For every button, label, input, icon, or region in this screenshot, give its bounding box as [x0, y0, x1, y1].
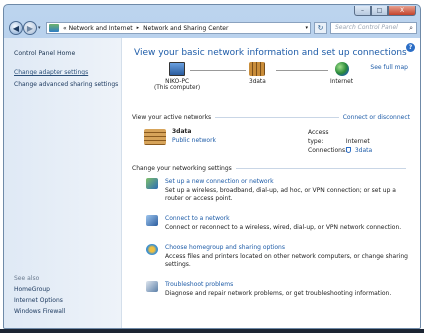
address-dropdown-icon[interactable]: ▾: [305, 25, 308, 31]
network-map: NIKO-PC (This computer) 3data Internet S…: [132, 62, 410, 110]
task-description: Access files and printers located on oth…: [165, 253, 408, 268]
minimize-button[interactable]: –: [354, 6, 371, 16]
change-settings-label: Change your networking settings: [132, 165, 232, 172]
network-bench-icon: [249, 62, 266, 76]
breadcrumb-separator[interactable]: ▸: [134, 25, 143, 31]
new-connection-icon: [146, 178, 158, 189]
active-networks-header: View your active networks Connect or dis…: [132, 114, 410, 121]
taskbar: [0, 329, 424, 333]
list-item: Choose homegroup and sharing options Acc…: [132, 244, 410, 269]
homegroup-link[interactable]: HomeGroup: [14, 286, 65, 293]
see-full-map-link[interactable]: See full map: [370, 64, 408, 71]
task-description: Connect or reconnect to a wireless, wire…: [165, 224, 402, 231]
divider: [235, 168, 406, 169]
change-advanced-sharing-link[interactable]: Change advanced sharing settings: [14, 81, 121, 88]
internet-label: Internet: [330, 79, 354, 85]
close-button[interactable]: X: [388, 6, 416, 16]
search-icon[interactable]: ⌕: [409, 23, 413, 33]
change-settings-header: Change your networking settings: [132, 165, 410, 172]
page-title: View your basic network information and …: [134, 48, 407, 58]
connect-network-icon: [146, 215, 158, 226]
troubleshoot-link[interactable]: Troubleshoot problems: [165, 281, 391, 288]
caption-buttons: – □ X: [354, 6, 416, 16]
forward-button[interactable]: ▶: [23, 21, 37, 35]
map-connector-line: [276, 70, 328, 71]
control-panel-icon: [49, 24, 59, 32]
active-networks-label: View your active networks: [132, 114, 212, 121]
troubleshoot-icon: [146, 281, 158, 292]
network-node[interactable]: 3data: [249, 62, 266, 85]
homegroup-icon: [146, 244, 158, 255]
network-properties: Access type: Internet Connections: 3data: [308, 128, 372, 155]
search-input[interactable]: Search Control Panel ⌕: [330, 22, 417, 34]
refresh-button[interactable]: ↻: [314, 22, 327, 34]
access-type-value: Internet: [345, 138, 370, 145]
network-node-name: 3data: [249, 79, 266, 85]
address-bar[interactable]: « Network and Internet ▸ Network and Sha…: [46, 22, 311, 34]
connections-label: Connections:: [308, 147, 348, 154]
globe-icon: [334, 62, 349, 76]
connect-to-network-link[interactable]: Connect to a network: [165, 215, 401, 222]
list-item: Troubleshoot problems Diagnose and repai…: [132, 281, 410, 298]
active-network-card: 3data Public network Access type: Intern…: [132, 127, 410, 161]
sidebar: Control Panel Home Change adapter settin…: [4, 38, 122, 328]
setup-connection-link[interactable]: Set up a new connection or network: [165, 178, 410, 185]
help-icon[interactable]: ?: [406, 43, 415, 52]
computer-icon: [169, 62, 186, 76]
see-also-heading: See also: [14, 275, 40, 282]
content-area: Control Panel Home Change adapter settin…: [4, 38, 420, 328]
recent-pages-dropdown[interactable]: ▾: [38, 25, 41, 31]
task-list: Set up a new connection or network Set u…: [132, 178, 410, 298]
computer-node[interactable]: NIKO-PC (This computer): [154, 62, 200, 91]
breadcrumb-current[interactable]: Network and Sharing Center: [142, 25, 229, 32]
back-button[interactable]: ◀: [9, 21, 23, 35]
search-placeholder: Search Control Panel: [335, 24, 398, 31]
wireless-signal-icon: [345, 147, 351, 153]
divider: [215, 117, 339, 118]
public-network-bench-icon: [144, 129, 166, 145]
windows-firewall-link[interactable]: Windows Firewall: [14, 308, 65, 315]
computer-subtitle: (This computer): [154, 85, 201, 91]
internet-options-link[interactable]: Internet Options: [14, 297, 65, 304]
change-adapter-settings-link[interactable]: Change adapter settings: [14, 69, 121, 76]
homegroup-sharing-link[interactable]: Choose homegroup and sharing options: [165, 244, 410, 251]
network-location-link[interactable]: Public network: [172, 137, 216, 144]
connection-link[interactable]: 3data: [355, 147, 372, 154]
internet-node[interactable]: Internet: [330, 62, 353, 85]
list-item: Set up a new connection or network Set u…: [132, 178, 410, 203]
see-also-section: See also HomeGroup Internet Options Wind…: [14, 275, 65, 319]
navigation-toolbar: ◀ ▶ ▾ « Network and Internet ▸ Network a…: [4, 20, 420, 40]
breadcrumb-network-and-internet[interactable]: Network and Internet: [68, 25, 134, 32]
connect-or-disconnect-link[interactable]: Connect or disconnect: [343, 114, 410, 121]
maximize-button[interactable]: □: [371, 6, 388, 16]
main-panel: ? View your basic network information an…: [122, 38, 420, 328]
list-item: Connect to a network Connect or reconnec…: [132, 215, 410, 232]
task-description: Diagnose and repair network problems, or…: [165, 290, 392, 297]
task-description: Set up a wireless, broadband, dial-up, a…: [165, 187, 396, 202]
access-type-label: Access type:: [308, 129, 329, 145]
active-network-name: 3data: [172, 128, 192, 135]
control-panel-home-link[interactable]: Control Panel Home: [14, 50, 121, 57]
network-sharing-window: – □ X ◀ ▶ ▾ « Network and Internet ▸ Net…: [3, 4, 421, 329]
